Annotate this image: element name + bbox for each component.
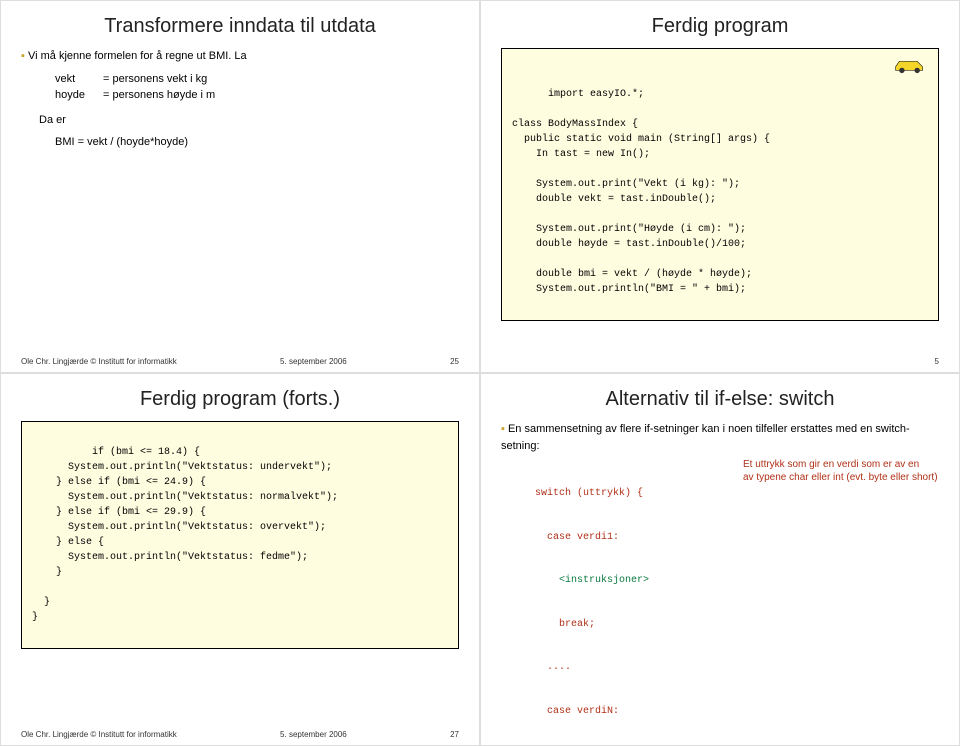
slide-footer: Ole Chr. Lingjærde © Institutt for infor… bbox=[21, 357, 459, 366]
footer-mid: 5. september 2006 bbox=[280, 730, 347, 739]
footer-left: Ole Chr. Lingjærde © Institutt for infor… bbox=[21, 730, 177, 739]
callout: Et uttrykk som gir en verdi som er av en… bbox=[743, 458, 939, 746]
slide-4: Alternativ til if-else: switch En sammen… bbox=[480, 373, 960, 746]
code-text: import easyIO.*; class BodyMassIndex { p… bbox=[512, 89, 770, 295]
code-text: if (bmi <= 18.4) { System.out.println("V… bbox=[32, 447, 338, 623]
switch-layout: switch (uttrykk) { case verdi1: <instruk… bbox=[535, 458, 939, 746]
def-desc: = personens vekt i kg bbox=[103, 71, 459, 88]
switch-code: switch (uttrykk) { case verdi1: <instruk… bbox=[535, 458, 735, 746]
def-row: hoyde = personens høyde i m bbox=[55, 87, 459, 104]
footer-right: 25 bbox=[450, 357, 459, 366]
slide-title: Alternativ til if-else: switch bbox=[501, 388, 939, 411]
slide-body: En sammensetning av flere if-setninger k… bbox=[501, 421, 939, 746]
slide-footer: 5 bbox=[501, 357, 939, 366]
def-term: hoyde bbox=[55, 87, 103, 104]
code-block: if (bmi <= 18.4) { System.out.println("V… bbox=[21, 421, 459, 649]
def-row: vekt = personens vekt i kg bbox=[55, 71, 459, 88]
slide-footer: Ole Chr. Lingjærde © Institutt for infor… bbox=[21, 730, 459, 739]
footer-right: 27 bbox=[450, 730, 459, 739]
slide-title: Ferdig program bbox=[501, 15, 939, 38]
footer-right: 5 bbox=[935, 357, 939, 366]
slide-title: Transformere inndata til utdata bbox=[21, 15, 459, 38]
slide-1: Transformere inndata til utdata Vi må kj… bbox=[0, 0, 480, 373]
code-block: import easyIO.*; class BodyMassIndex { p… bbox=[501, 48, 939, 321]
footer-left: Ole Chr. Lingjærde © Institutt for infor… bbox=[21, 357, 177, 366]
bullet-item: Vi må kjenne formelen for å regne ut BMI… bbox=[21, 48, 459, 65]
text-line: Da er bbox=[21, 112, 459, 129]
def-desc: = personens høyde i m bbox=[103, 87, 459, 104]
slide-body: import easyIO.*; class BodyMassIndex { p… bbox=[501, 48, 939, 353]
footer-mid: 5. september 2006 bbox=[280, 357, 347, 366]
bullet-item: En sammensetning av flere if-setninger k… bbox=[501, 421, 939, 454]
slide-title: Ferdig program (forts.) bbox=[21, 388, 459, 411]
slide-2: Ferdig program import easyIO.*; class Bo… bbox=[480, 0, 960, 373]
slide-3: Ferdig program (forts.) if (bmi <= 18.4)… bbox=[0, 373, 480, 746]
car-icon bbox=[892, 55, 928, 75]
slide-body: Vi må kjenne formelen for å regne ut BMI… bbox=[21, 48, 459, 353]
formula: BMI = vekt / (hoyde*hoyde) bbox=[21, 134, 459, 151]
slide-body: if (bmi <= 18.4) { System.out.println("V… bbox=[21, 421, 459, 726]
def-term: vekt bbox=[55, 71, 103, 88]
